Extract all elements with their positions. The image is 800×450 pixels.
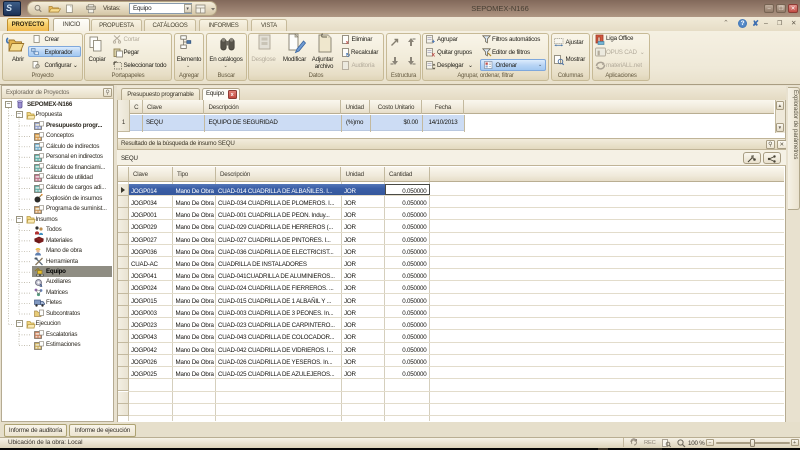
svg-text:▮: ▮ [597, 51, 600, 57]
svg-text:x: x [431, 52, 435, 59]
svg-text:+: + [431, 39, 435, 46]
